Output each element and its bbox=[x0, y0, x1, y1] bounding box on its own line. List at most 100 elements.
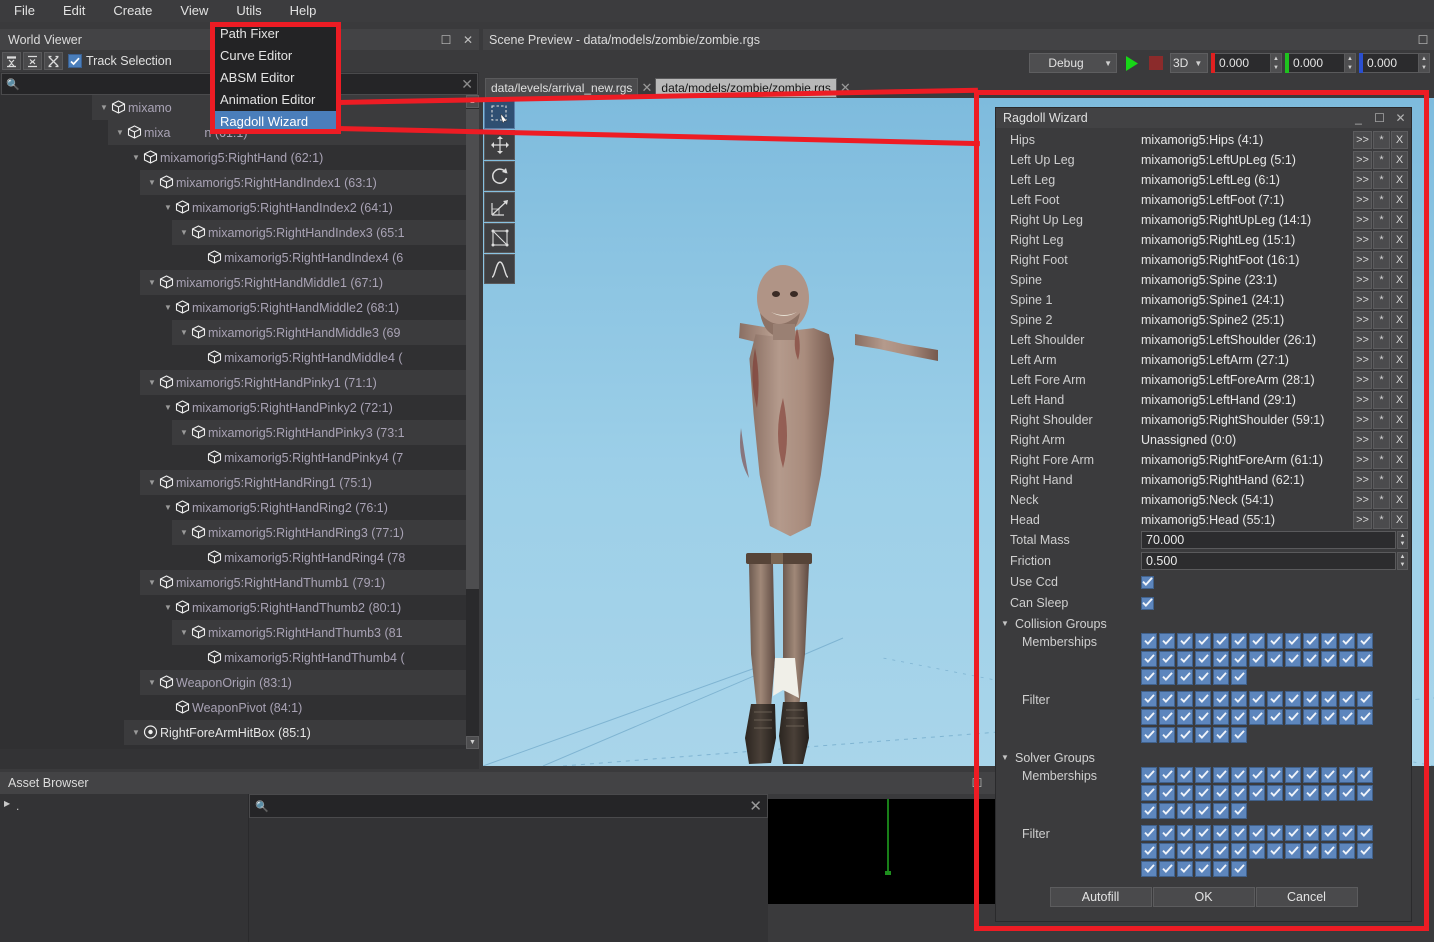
collision-memberships-checkbox[interactable] bbox=[1159, 669, 1175, 685]
collapse-triangle-icon[interactable]: ▼ bbox=[1001, 619, 1012, 628]
collision-filter-checkbox[interactable] bbox=[1357, 709, 1373, 725]
menu-item-create[interactable]: Create bbox=[99, 0, 166, 22]
collision-filter-checkbox[interactable] bbox=[1141, 727, 1157, 743]
bone-star-button[interactable]: * bbox=[1373, 291, 1390, 309]
collision-filter-checkbox[interactable] bbox=[1177, 709, 1193, 725]
collision-filter-checkbox[interactable] bbox=[1141, 709, 1157, 725]
bone-clear-button[interactable]: X bbox=[1391, 271, 1408, 289]
bone-value[interactable]: mixamorig5:RightForeArm (61:1) bbox=[1141, 453, 1353, 467]
solver-memberships-checkbox[interactable] bbox=[1213, 803, 1229, 819]
menu-item-utils[interactable]: Utils bbox=[222, 0, 276, 22]
bone-star-button[interactable]: * bbox=[1373, 411, 1390, 429]
solver-filter-checkbox[interactable] bbox=[1213, 825, 1229, 841]
collision-filter-checkbox[interactable] bbox=[1267, 709, 1283, 725]
coord-y-spinner[interactable]: ▲ ▼ bbox=[1345, 53, 1356, 73]
tree-row[interactable]: ▼ RightForeArmHitBox (85:1) bbox=[0, 720, 479, 745]
menu-item-file[interactable]: File bbox=[0, 0, 49, 22]
tree-expand-triangle-icon[interactable]: ▼ bbox=[164, 403, 175, 412]
solver-memberships-checkbox[interactable] bbox=[1195, 803, 1211, 819]
solver-filter-checkbox[interactable] bbox=[1267, 843, 1283, 859]
scene-preview-maximize-icon[interactable]: ☐ bbox=[1412, 29, 1434, 50]
property-spinner[interactable]: ▲ ▼ bbox=[1397, 552, 1408, 570]
tree-row[interactable]: ▼ mixamorig5:RightHandMiddle1 (67:1) bbox=[0, 270, 479, 295]
tree-expand-triangle-icon[interactable]: ▼ bbox=[164, 603, 175, 612]
tree-expand-triangle-icon[interactable]: ▼ bbox=[100, 103, 111, 112]
solver-memberships-checkbox[interactable] bbox=[1195, 785, 1211, 801]
collision-memberships-checkbox[interactable] bbox=[1141, 633, 1157, 649]
track-selection-checkbox[interactable] bbox=[68, 54, 82, 68]
menu-item-view[interactable]: View bbox=[166, 0, 222, 22]
solver-filter-checkbox[interactable] bbox=[1303, 843, 1319, 859]
asset-browser-clear-icon[interactable]: ✕ bbox=[749, 797, 762, 815]
bone-clear-button[interactable]: X bbox=[1391, 351, 1408, 369]
solver-filter-checkbox[interactable] bbox=[1195, 825, 1211, 841]
solver-groups-header[interactable]: ▼ Solver Groups bbox=[996, 748, 1411, 767]
bone-clear-button[interactable]: X bbox=[1391, 151, 1408, 169]
collision-memberships-checkbox[interactable] bbox=[1141, 669, 1157, 685]
menu-item-help[interactable]: Help bbox=[276, 0, 331, 22]
bone-star-button[interactable]: * bbox=[1373, 311, 1390, 329]
asset-browser-folder-tree[interactable]: ▶ . bbox=[0, 794, 249, 942]
solver-memberships-checkbox[interactable] bbox=[1303, 767, 1319, 783]
collision-memberships-checkbox[interactable] bbox=[1249, 651, 1265, 667]
bone-pick-button[interactable]: >> bbox=[1353, 211, 1372, 229]
scale-tool-icon[interactable] bbox=[484, 192, 515, 222]
expand-all-icon[interactable] bbox=[23, 52, 42, 70]
collision-memberships-checkbox[interactable] bbox=[1339, 633, 1355, 649]
collision-filter-checkbox[interactable] bbox=[1303, 709, 1319, 725]
bone-value[interactable]: mixamorig5:Spine (23:1) bbox=[1141, 273, 1353, 287]
view-mode-dropdown[interactable]: 3D ▼ bbox=[1170, 53, 1208, 73]
bone-clear-button[interactable]: X bbox=[1391, 131, 1408, 149]
solver-memberships-checkbox[interactable] bbox=[1339, 785, 1355, 801]
scene-tab-close-icon[interactable]: ✕ bbox=[836, 78, 854, 98]
world-viewer-tree[interactable]: ▲ ▼ ▼mixamo▼mixan (61:1)▼mixamorig5:Righ… bbox=[0, 95, 479, 749]
bone-value[interactable]: mixamorig5:LeftUpLeg (5:1) bbox=[1141, 153, 1353, 167]
bone-pick-button[interactable]: >> bbox=[1353, 251, 1372, 269]
tree-expand-triangle-icon[interactable]: ▼ bbox=[180, 428, 191, 437]
collision-filter-checkbox[interactable] bbox=[1213, 691, 1229, 707]
utils-menu-item-absm-editor[interactable]: ABSM Editor bbox=[214, 67, 337, 89]
solver-memberships-checkbox[interactable] bbox=[1321, 785, 1337, 801]
world-viewer-maximize-icon[interactable]: ☐ bbox=[435, 29, 457, 50]
bone-clear-button[interactable]: X bbox=[1391, 511, 1408, 529]
ragdoll-minimize-icon[interactable]: _ bbox=[1348, 108, 1369, 128]
collision-memberships-checkbox[interactable] bbox=[1195, 669, 1211, 685]
solver-filter-checkbox[interactable] bbox=[1285, 825, 1301, 841]
collision-filter-checkbox[interactable] bbox=[1177, 691, 1193, 707]
collision-memberships-checkbox[interactable] bbox=[1285, 633, 1301, 649]
tree-row[interactable]: ▼ mixamorig5:RightHandMiddle3 (69 bbox=[0, 320, 479, 345]
scene-tab[interactable]: data/models/zombie/zombie.rgs bbox=[655, 78, 837, 98]
collision-filter-checkbox[interactable] bbox=[1303, 691, 1319, 707]
tree-expand-triangle-icon[interactable]: ▼ bbox=[148, 278, 159, 287]
bone-clear-button[interactable]: X bbox=[1391, 431, 1408, 449]
tree-expand-triangle-icon[interactable]: ▼ bbox=[180, 228, 191, 237]
property-input[interactable]: 0.500 bbox=[1141, 552, 1396, 570]
solver-filter-checkbox[interactable] bbox=[1177, 825, 1193, 841]
tree-expand-triangle-icon[interactable]: ▼ bbox=[148, 178, 159, 187]
bone-clear-button[interactable]: X bbox=[1391, 411, 1408, 429]
coord-y-field[interactable]: 0.000 ▲ ▼ bbox=[1285, 53, 1356, 73]
bone-pick-button[interactable]: >> bbox=[1353, 491, 1372, 509]
scene-tab[interactable]: data/levels/arrival_new.rgs bbox=[485, 78, 639, 98]
bone-value[interactable]: mixamorig5:Neck (54:1) bbox=[1141, 493, 1353, 507]
bone-pick-button[interactable]: >> bbox=[1353, 411, 1372, 429]
collision-memberships-checkbox[interactable] bbox=[1231, 669, 1247, 685]
tree-row[interactable]: ▼ mixamorig5:RightHandPinky1 (71:1) bbox=[0, 370, 479, 395]
utils-menu-item-path-fixer[interactable]: Path Fixer bbox=[214, 23, 337, 45]
collision-memberships-checkbox[interactable] bbox=[1159, 633, 1175, 649]
solver-filter-checkbox[interactable] bbox=[1231, 825, 1247, 841]
bone-clear-button[interactable]: X bbox=[1391, 331, 1408, 349]
tree-row[interactable]: mixamorig5:RightHandThumb4 ( bbox=[0, 645, 479, 670]
bone-value[interactable]: mixamorig5:LeftFoot (7:1) bbox=[1141, 193, 1353, 207]
bone-pick-button[interactable]: >> bbox=[1353, 331, 1372, 349]
tree-expand-triangle-icon[interactable]: ▼ bbox=[180, 628, 191, 637]
bone-clear-button[interactable]: X bbox=[1391, 291, 1408, 309]
collision-memberships-checkbox[interactable] bbox=[1195, 633, 1211, 649]
bone-clear-button[interactable]: X bbox=[1391, 191, 1408, 209]
solver-filter-checkbox[interactable] bbox=[1195, 843, 1211, 859]
tree-row[interactable]: mixamorig5:RightHandIndex4 (6 bbox=[0, 245, 479, 270]
collision-memberships-checkbox[interactable] bbox=[1249, 633, 1265, 649]
solver-filter-checkbox[interactable] bbox=[1357, 843, 1373, 859]
solver-memberships-checkbox[interactable] bbox=[1159, 785, 1175, 801]
tree-expand-triangle-icon[interactable]: ▼ bbox=[180, 528, 191, 537]
